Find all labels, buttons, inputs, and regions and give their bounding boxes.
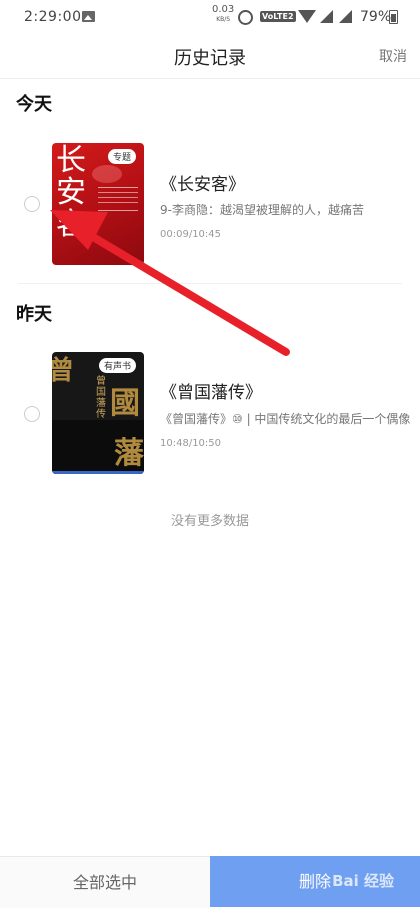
battery-level: 79% [360, 9, 392, 25]
divider [18, 283, 402, 284]
record-progress: 10:48/10:50 [160, 438, 222, 449]
bottom-action-bar: 全部选中 删除 Bai 经验 [0, 856, 420, 908]
header: 历史记录 取消 [0, 34, 420, 79]
cover-decoration [92, 165, 122, 183]
cover-decoration [98, 187, 138, 211]
delete-button-label: 删除 [298, 872, 331, 891]
list-item[interactable]: 长安客 专题 《长安客》 9-李商隐：越渴望被理解的人，越痛苦 00:09/10… [0, 134, 420, 274]
alarm-icon [238, 10, 253, 25]
section-heading-yesterday: 昨天 [16, 304, 52, 325]
list-item[interactable]: 曾 國 曾国藩传 藩 有声书 《曾国藩传》 《曾国藩传》⑩ | 中国传统文化的最… [0, 343, 420, 483]
cancel-button[interactable]: 取消 [379, 46, 407, 66]
status-time: 2:29:00 [24, 9, 82, 25]
no-more-data-label: 没有更多数据 [170, 514, 249, 529]
record-title: 《曾国藩传》 [160, 383, 262, 403]
cover-decoration [52, 471, 144, 474]
volte-badge: VoLTE2 [260, 11, 296, 22]
select-all-button[interactable]: 全部选中 [0, 856, 210, 908]
cover-badge: 有声书 [98, 358, 136, 373]
status-bar: 2:29:00 0.03 KB/S VoLTE2 79% [0, 0, 420, 34]
record-progress: 00:09/10:45 [160, 229, 222, 240]
wifi-icon [298, 10, 316, 23]
cover-title: 曾国藩传 [96, 376, 106, 420]
section-heading-today: 今天 [16, 94, 52, 115]
cover-badge: 专题 [107, 149, 136, 164]
cover-image: 长安客 专题 [52, 143, 144, 265]
cover-title: 长安客 [56, 143, 86, 242]
signal-icon [339, 10, 352, 23]
record-subtitle: 9-李商隐：越渴望被理解的人，越痛苦 [160, 203, 364, 217]
cover-decoration: 藩 [114, 436, 144, 471]
select-radio[interactable] [24, 406, 40, 422]
cover-decoration: 曾 [52, 356, 75, 386]
signal-icon [320, 10, 333, 23]
cover-decoration: 國 [110, 386, 140, 421]
select-radio[interactable] [24, 196, 40, 212]
record-title: 《长安客》 [160, 175, 245, 195]
net-speed-value: 0.03 [212, 4, 235, 15]
net-speed-unit: KB/S [216, 16, 231, 23]
net-speed: 0.03 KB/S [212, 5, 234, 25]
cover-image: 曾 國 曾国藩传 藩 有声书 [52, 352, 144, 474]
battery-icon [389, 10, 398, 24]
record-subtitle: 《曾国藩传》⑩ | 中国传统文化的最后一个偶像 [160, 412, 411, 426]
watermark: Bai 经验 [332, 872, 394, 890]
photo-icon [82, 11, 95, 22]
page-title: 历史记录 [174, 48, 246, 69]
